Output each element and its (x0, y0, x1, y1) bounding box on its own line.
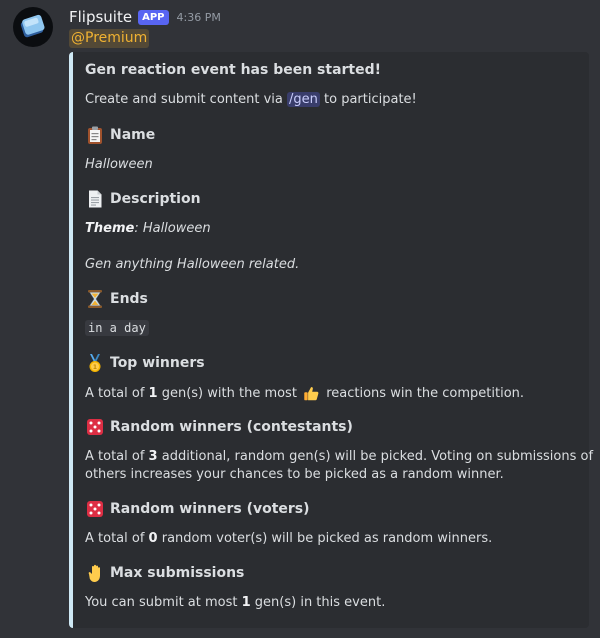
random-contestants-text-before: A total of (85, 449, 149, 464)
event-embed: Gen reaction event has been started! Cre… (69, 52, 593, 628)
thumbs-up-icon (304, 387, 319, 401)
top-winners-text-after: reactions win the competition. (322, 386, 525, 401)
field-name-value: Halloween (85, 157, 153, 172)
page-icon (89, 190, 102, 208)
field-random-contestants-label: Random winners (contestants) (110, 419, 353, 435)
random-contestants-count: 3 (148, 449, 158, 464)
field-description-heading: Description (85, 189, 201, 209)
timestamp[interactable]: 4:36 PM (177, 11, 221, 24)
random-contestants-text-after: additional, random gen(s) will be picked… (157, 449, 594, 464)
field-top-winners-text: A total of 1 gen(s) with the most reacti… (85, 385, 524, 402)
field-top-winners-heading: 1 Top winners (85, 353, 205, 373)
field-random-voters-heading: Random winners (voters) (85, 499, 310, 519)
hand-icon (88, 564, 100, 582)
top-winners-count: 1 (148, 386, 158, 401)
field-top-winners-label: Top winners (110, 355, 205, 371)
top-winners-text-middle: gen(s) with the most (157, 386, 302, 401)
field-name-heading: Name (85, 125, 155, 145)
bot-avatar[interactable] (13, 7, 53, 47)
field-random-voters-text: A total of 0 random voter(s) will be pic… (85, 531, 492, 546)
field-description-text: Gen anything Halloween related. (85, 257, 300, 272)
medal-icon: 1 (89, 354, 101, 372)
field-random-voters-label: Random winners (voters) (110, 501, 310, 517)
max-submissions-count: 1 (241, 595, 251, 610)
field-random-contestants-text-line1: A total of 3 additional, random gen(s) w… (85, 449, 593, 464)
random-voters-text-before: A total of (85, 531, 149, 546)
field-description-theme: Theme: Halloween (85, 221, 211, 236)
svg-text:1: 1 (93, 364, 97, 371)
role-mention[interactable]: @Premium (69, 29, 150, 48)
embed-title: Gen reaction event has been started! (85, 62, 382, 78)
theme-value: : Halloween (134, 221, 211, 236)
field-name-label: Name (110, 127, 156, 143)
intro-text-before: Create and submit content via (85, 92, 287, 107)
hourglass-icon (88, 290, 102, 308)
intro-text-after: to participate! (319, 92, 417, 107)
username[interactable]: Flipsuite (69, 8, 132, 26)
field-ends-heading: Ends (85, 289, 148, 309)
field-ends-label: Ends (110, 291, 148, 307)
embed-intro: Create and submit content via /gen to pa… (85, 92, 417, 107)
theme-label: Theme (85, 221, 135, 236)
dice-icon (87, 501, 103, 517)
field-random-contestants-heading: Random winners (contestants) (85, 417, 353, 437)
max-submissions-text-after: gen(s) in this event. (250, 595, 386, 610)
field-max-submissions-heading: Max submissions (85, 563, 244, 583)
message-header: Flipsuite APP 4:36 PM (69, 6, 221, 28)
field-max-submissions-label: Max submissions (110, 565, 245, 581)
dice-icon (87, 419, 103, 435)
field-description-label: Description (110, 191, 201, 207)
field-max-submissions-text: You can submit at most 1 gen(s) in this … (85, 595, 385, 610)
app-badge: APP (138, 9, 169, 25)
ends-timestamp[interactable]: in a day (85, 320, 149, 336)
top-winners-text-before: A total of (85, 386, 149, 401)
bot-message: Flipsuite APP 4:36 PM @Premium Gen react… (0, 0, 600, 638)
max-submissions-text-before: You can submit at most (85, 595, 242, 610)
random-voters-count: 0 (148, 531, 158, 546)
field-ends-value-wrap: in a day (85, 320, 149, 336)
clipboard-icon (88, 126, 102, 144)
gen-command-link[interactable]: /gen (287, 92, 320, 107)
random-voters-text-after: random voter(s) will be picked as random… (157, 531, 493, 546)
field-random-contestants-text-line2: others increases your chances to be pick… (85, 467, 504, 482)
